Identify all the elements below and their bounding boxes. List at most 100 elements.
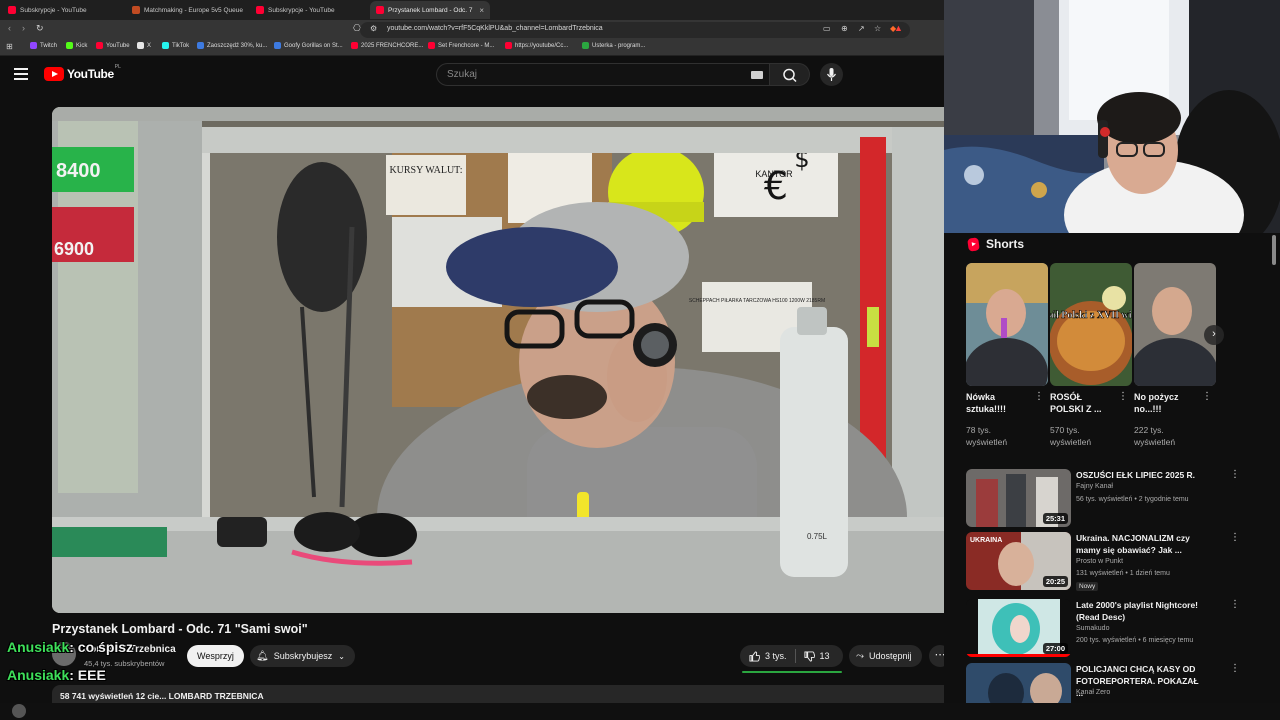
search-input[interactable]: Szukaj [436, 63, 770, 86]
bookmark-tiktok[interactable]: TikTok [162, 42, 189, 49]
voice-search-button[interactable] [820, 63, 843, 86]
bookmark-item[interactable]: 2025 FRENCHCORE... [351, 42, 423, 49]
browser-tab[interactable]: Matchmaking - Europe 5v5 Queue [126, 1, 246, 19]
bookmark-item[interactable]: Zaoszczędź 30%, ku... [197, 42, 267, 49]
webcam-feed [944, 0, 1280, 233]
bookmark-kick[interactable]: Kick [66, 42, 87, 49]
support-button[interactable]: Wesprzyj [187, 645, 244, 667]
recommended-video[interactable]: 25:31 OSZUŚCI EŁK LIPIEC 2025 R. Fajny K… [966, 469, 1266, 529]
video-thumbnail[interactable] [966, 663, 1071, 703]
more-vertical-icon[interactable]: ⋮ [1230, 599, 1240, 610]
recommended-video[interactable]: POLICJANCI CHCĄ KASY OD FOTOREPORTERA. P… [966, 663, 1266, 703]
more-vertical-icon[interactable]: ⋮ [1230, 663, 1240, 674]
tab-bar: Subskrypcje - YouTube Matchmaking - Euro… [0, 0, 944, 20]
share-button[interactable]: ⤳ Udostępnij [849, 645, 922, 667]
youtube-logo[interactable]: YouTube PL [44, 64, 121, 81]
short-title[interactable]: No pożycz no...!!! [1134, 391, 1200, 415]
bookmark-item[interactable]: Set Frenchcore - M... [428, 42, 494, 49]
browser-tab-active[interactable]: Przystanek Lombard - Odc. 7 × [370, 1, 490, 19]
like-button[interactable]: 3 tys. [740, 649, 796, 663]
price-sign: 6900 [54, 239, 94, 259]
share-icon: ⤳ [856, 650, 864, 662]
reload-icon[interactable]: ↻ [36, 23, 44, 34]
short-item[interactable]: No pożycz no...!!! 222 tys. wyświetleń ⋮ [1134, 263, 1216, 447]
bookmark-x[interactable]: X [137, 42, 151, 49]
back-icon[interactable]: ‹ [8, 23, 11, 33]
short-thumbnail[interactable] [966, 263, 1048, 386]
video-title-link[interactable]: Ukraina. NACJONALIZM czy mamy się obawia… [1076, 532, 1206, 556]
more-vertical-icon[interactable]: ⋮ [1230, 469, 1240, 480]
video-channel[interactable]: Kanał Zero [1076, 689, 1110, 696]
short-thumbnail[interactable]: Rosół Polski z XVII wieku [1050, 263, 1132, 386]
short-item[interactable]: Rosół Polski z XVII wieku ROSÓŁ POLSKI Z… [1050, 263, 1132, 447]
rewards-icon[interactable]: ▲ [894, 23, 903, 33]
chat-message: Anusiakk: co śpisz [7, 639, 133, 655]
more-actions-button[interactable]: ⋯ [929, 645, 944, 667]
recommended-video[interactable]: 27:00 Late 2000's playlist Nightcore! (R… [966, 599, 1266, 659]
video-title-link[interactable]: Late 2000's playlist Nightcore! (Read De… [1076, 599, 1206, 623]
sidebar-scrollbar[interactable] [1271, 233, 1277, 693]
bell-icon: 🔔︎ [256, 650, 269, 662]
browser-window: Subskrypcje - YouTube Matchmaking - Euro… [0, 0, 944, 720]
short-title[interactable]: Nówka sztuka!!!! [966, 391, 1032, 415]
more-vertical-icon[interactable]: ⋮ [1230, 532, 1240, 543]
youtube-favicon-icon [376, 6, 384, 14]
chat-message: Anusiakk: EEE [7, 667, 106, 683]
like-dislike-group: 3 tys. 13 [740, 645, 843, 667]
bookmark-item[interactable]: Usterka - program... [582, 42, 645, 49]
tab-title: Matchmaking - Europe 5v5 Queue [144, 6, 243, 14]
more-vertical-icon[interactable]: ⋮ [1202, 391, 1212, 402]
video-player[interactable]: KURSY WALUT: € $ KANTOR SCHEPPACH PIŁARK… [52, 107, 944, 613]
chevron-right-icon: › [1212, 328, 1216, 340]
keyboard-icon[interactable] [751, 71, 763, 79]
video-channel[interactable]: Sumakudo [1076, 625, 1109, 632]
search-button[interactable] [770, 63, 810, 86]
browser-tab[interactable]: Subskrypcje - YouTube [2, 1, 122, 19]
video-title-link[interactable]: OSZUŚCI EŁK LIPIEC 2025 R. [1076, 469, 1206, 481]
related-sidebar: Shorts Nówka sztuka!!!! 78 tys. wyświetl… [944, 233, 1280, 703]
apps-grid-icon[interactable]: ⊞ [6, 42, 13, 51]
browser-tab[interactable]: Subskrypcje - YouTube [250, 1, 368, 19]
short-item[interactable]: Nówka sztuka!!!! 78 tys. wyświetleń ⋮ [966, 263, 1048, 447]
video-channel[interactable]: Prosto w Punkt [1076, 558, 1123, 565]
chat-username: Anusiakk [7, 639, 70, 655]
url-field[interactable]: ⚙ youtube.com/watch?v=rfF5CqKklPU&ab_cha… [360, 22, 910, 38]
hamburger-menu-icon[interactable] [14, 68, 28, 80]
close-tab-icon[interactable]: × [473, 6, 484, 15]
bookmark-item[interactable]: https://youtube/Cc... [505, 42, 568, 49]
video-thumbnail[interactable]: UKRAINA 20:25 [966, 532, 1071, 590]
site-info-icon[interactable]: ⚙ [370, 24, 377, 33]
subscribed-button[interactable]: 🔔︎ Subskrybujesz ⌄ [250, 645, 355, 667]
star-icon[interactable]: ☆ [874, 24, 881, 33]
link-icon [197, 42, 204, 49]
share-page-icon[interactable]: ↗ [858, 24, 865, 33]
bookmark-item[interactable]: Goofy Gorillas on St... [274, 42, 343, 49]
video-thumbnail[interactable]: 25:31 [966, 469, 1071, 527]
short-views: 570 tys. wyświetleń [1050, 425, 1092, 447]
taskbar-avatar-icon[interactable] [12, 704, 26, 718]
shorts-next-button[interactable]: › [1204, 325, 1224, 345]
link-icon [274, 42, 281, 49]
link-icon [582, 42, 589, 49]
price-sign: 8400 [56, 160, 101, 182]
forward-icon[interactable]: › [22, 23, 25, 33]
short-title[interactable]: ROSÓŁ POLSKI Z ... [1050, 391, 1116, 415]
video-duration: 20:25 [1042, 576, 1068, 587]
recommended-video[interactable]: UKRAINA 20:25 Ukraina. NACJONALIZM czy m… [966, 532, 1266, 592]
x-icon [137, 42, 144, 49]
cast-icon[interactable]: ▭ [823, 24, 831, 33]
short-thumbnail[interactable] [1134, 263, 1216, 386]
more-vertical-icon[interactable]: ⋮ [1034, 391, 1044, 402]
address-bar: ‹ › ↻ ⎔ ⚙ youtube.com/watch?v=rfF5CqKklP… [0, 20, 944, 40]
shorts-header: Shorts [967, 236, 1024, 252]
bookmark-youtube[interactable]: YouTube [96, 42, 130, 49]
microphone-icon [827, 68, 836, 81]
scrollbar-thumb[interactable] [1272, 235, 1276, 265]
video-title: Przystanek Lombard - Odc. 71 "Sami swoi" [52, 622, 308, 636]
zoom-icon[interactable]: ⊕ [841, 24, 848, 33]
video-channel[interactable]: Fajny Kanał [1076, 483, 1113, 490]
video-thumbnail[interactable]: 27:00 [966, 599, 1071, 657]
bookmark-twitch[interactable]: Twitch [30, 42, 57, 49]
dislike-button[interactable]: 13 [796, 650, 830, 662]
more-vertical-icon[interactable]: ⋮ [1118, 391, 1128, 402]
